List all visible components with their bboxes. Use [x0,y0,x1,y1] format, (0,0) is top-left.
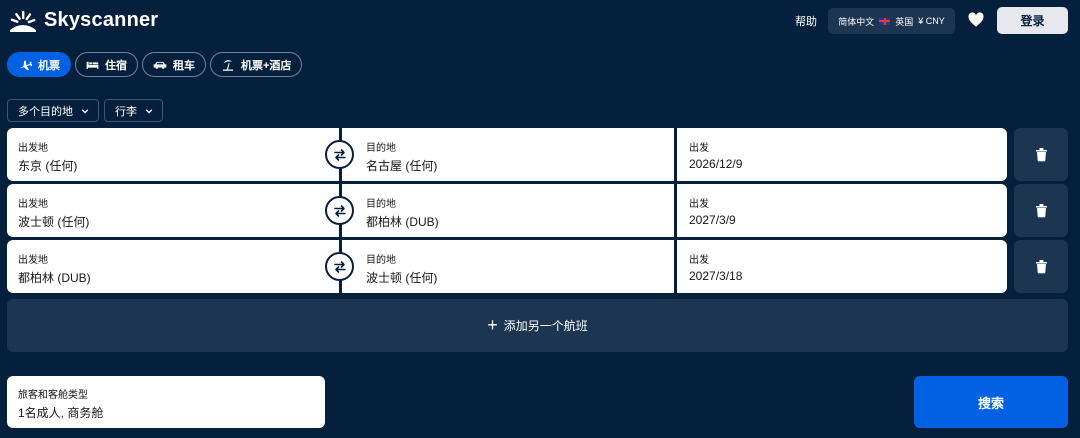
help-link[interactable]: 帮助 [795,13,817,29]
destination-value: 波士顿 (任何) [366,271,438,285]
depart-value: 2027/3/18 [689,269,743,283]
travellers-value: 1名成人, 商务舱 [18,406,104,420]
origin-field[interactable]: 出发地 波士顿 (任何) [7,184,339,237]
search-filters: 多个目的地 行李 [7,99,163,122]
plane-icon [19,59,32,70]
brand-name: Skyscanner [44,9,159,31]
beach-icon [222,59,234,71]
destination-value: 都柏林 (DUB) [366,215,439,229]
swap-arrows-icon [333,148,346,161]
locale-button[interactable]: 简体中文 英国 ¥ CNY [828,8,955,34]
tab-label: 机票 [38,59,60,72]
bed-icon [86,61,99,69]
flight-leg-2: 出发地 波士顿 (任何) 目的地 都柏林 (DUB) 出发 2027/3/9 [7,184,1007,237]
delete-leg-2-button[interactable] [1014,184,1068,237]
origin-label: 出发地 [18,255,48,266]
favorites-heart-icon[interactable] [967,11,985,29]
origin-label: 出发地 [18,199,48,210]
tab-label: 机票+酒店 [241,59,292,72]
origin-label: 出发地 [18,143,48,154]
plus-icon: + [487,314,498,335]
flight-leg-3: 出发地 都柏林 (DUB) 目的地 波士顿 (任何) 出发 2027/3/18 [7,240,1007,293]
destination-label: 目的地 [366,199,396,210]
destination-field[interactable]: 目的地 都柏林 (DUB) [342,184,674,237]
baggage-dropdown[interactable]: 行李 [104,99,163,122]
swap-arrows-icon [333,204,346,217]
swap-button[interactable] [325,252,354,281]
origin-value: 都柏林 (DUB) [18,271,91,285]
delete-leg-1-button[interactable] [1014,128,1068,181]
add-flight-label: 添加另一个航班 [503,319,588,333]
depart-value: 2026/12/9 [689,157,743,171]
trip-type-dropdown[interactable]: 多个目的地 [7,99,99,122]
depart-label: 出发 [689,143,709,154]
tab-car-hire[interactable]: 租车 [142,52,206,77]
currency-label: ¥ CNY [918,16,945,26]
trash-icon [1035,148,1047,162]
swap-button[interactable] [325,196,354,225]
baggage-label: 行李 [115,105,137,118]
origin-value: 东京 (任何) [18,159,78,173]
login-button[interactable]: 登录 [997,7,1068,34]
depart-date-field[interactable]: 出发 2026/12/9 [677,128,1007,181]
trip-type-label: 多个目的地 [18,105,73,118]
trash-icon [1035,204,1047,218]
delete-leg-3-button[interactable] [1014,240,1068,293]
origin-field[interactable]: 出发地 东京 (任何) [7,128,339,181]
flight-leg-1: 出发地 东京 (任何) 目的地 名古屋 (任何) 出发 2026/12/9 [7,128,1007,181]
tab-label: 租车 [173,59,195,72]
tab-stays[interactable]: 住宿 [75,52,138,77]
depart-label: 出发 [689,199,709,210]
language-label: 简体中文 [838,16,875,27]
sunrise-logo-icon [10,10,36,32]
chevron-down-icon [145,108,153,114]
uk-flag-icon [879,17,891,25]
swap-arrows-icon [333,260,346,273]
destination-field[interactable]: 目的地 波士顿 (任何) [342,240,674,293]
tab-flights[interactable]: 机票 [7,52,71,77]
depart-date-field[interactable]: 出发 2027/3/9 [677,184,1007,237]
destination-value: 名古屋 (任何) [366,159,438,173]
origin-field[interactable]: 出发地 都柏林 (DUB) [7,240,339,293]
search-button[interactable]: 搜索 [914,376,1068,428]
depart-date-field[interactable]: 出发 2027/3/18 [677,240,1007,293]
car-icon [153,61,167,69]
depart-label: 出发 [689,255,709,266]
depart-value: 2027/3/9 [689,213,736,227]
tab-flight-hotel[interactable]: 机票+酒店 [210,52,303,77]
skyscanner-logo[interactable]: Skyscanner [8,9,158,32]
header: Skyscanner 帮助 简体中文 英国 ¥ CNY 登录 [0,0,1080,42]
destination-field[interactable]: 目的地 名古屋 (任何) [342,128,674,181]
country-label: 英国 [895,16,914,27]
product-tabs: 机票 住宿 租车 机票+酒店 [7,52,303,77]
destination-label: 目的地 [366,143,396,154]
chevron-down-icon [81,108,89,114]
tab-label: 住宿 [105,59,127,72]
travellers-cabin-field[interactable]: 旅客和客舱类型 1名成人, 商务舱 [7,376,325,428]
destination-label: 目的地 [366,255,396,266]
trash-icon [1035,260,1047,274]
add-flight-button[interactable]: + 添加另一个航班 [7,299,1068,352]
origin-value: 波士顿 (任何) [18,215,90,229]
travellers-label: 旅客和客舱类型 [18,390,88,401]
swap-button[interactable] [325,140,354,169]
